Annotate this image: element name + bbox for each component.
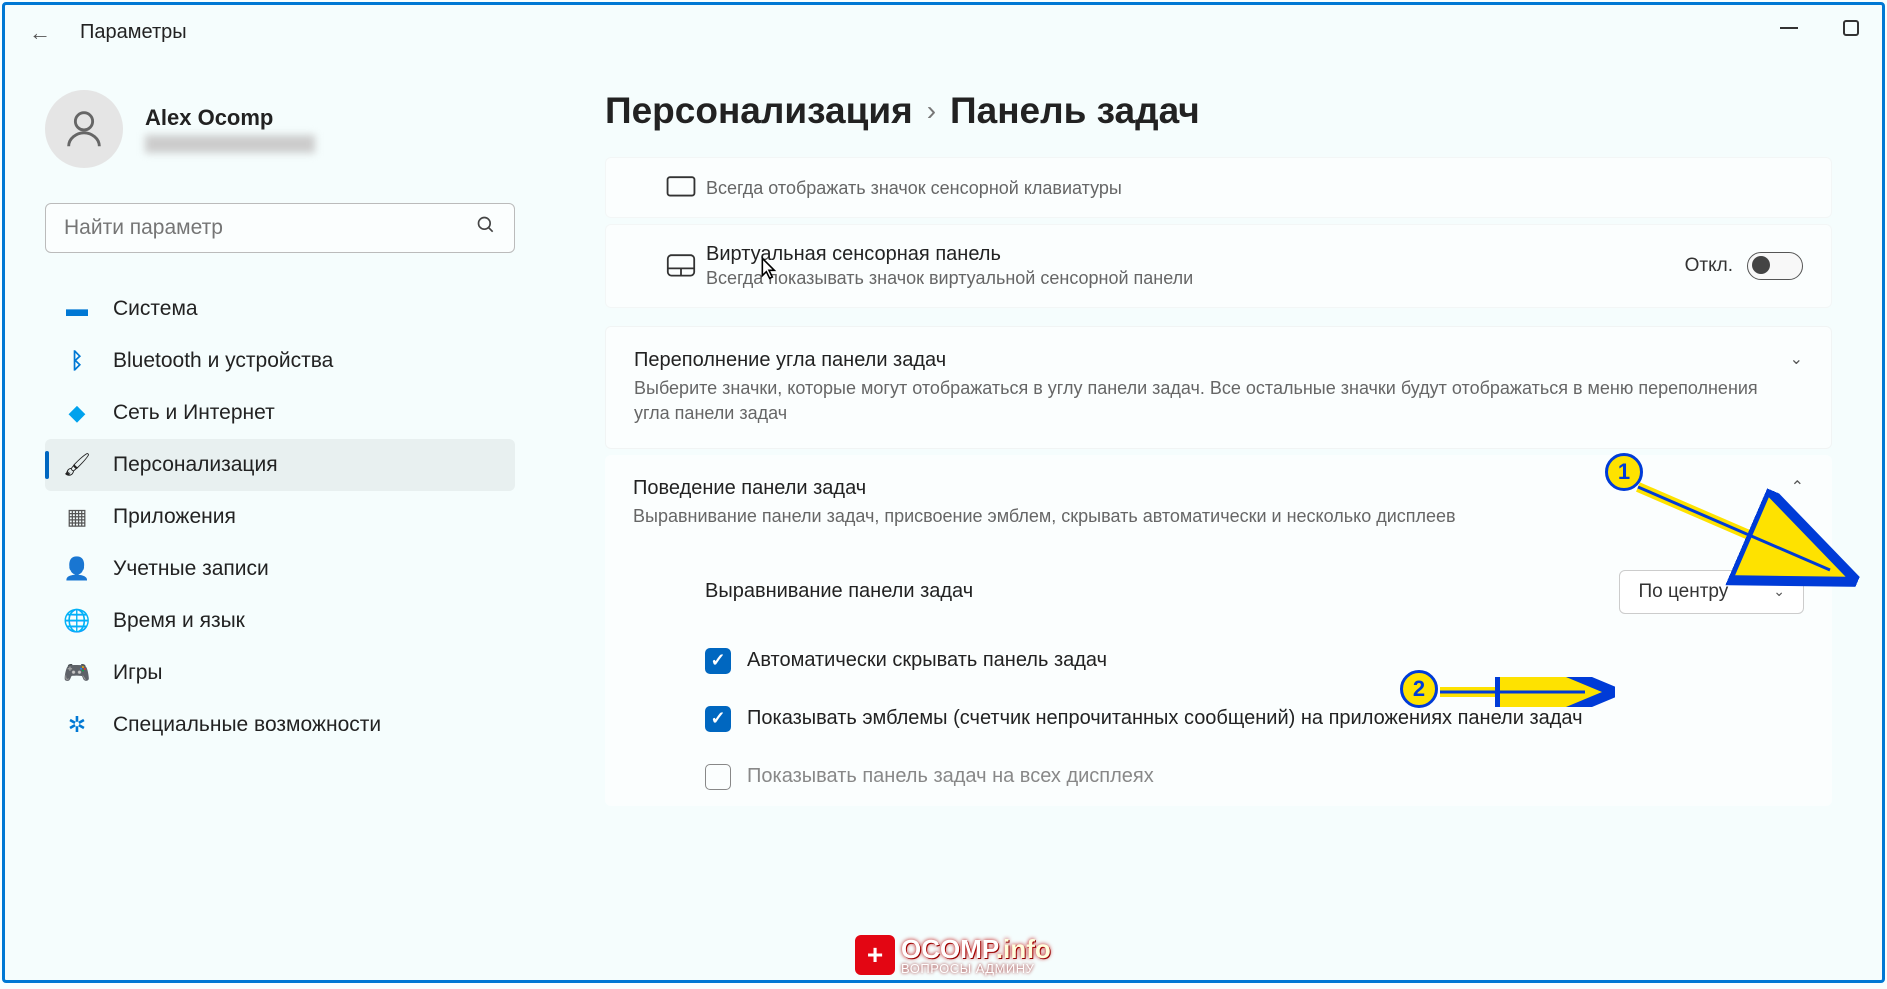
- nav-label: Специальные возможности: [113, 713, 381, 737]
- breadcrumb: Персонализация › Панель задач: [605, 90, 1832, 132]
- check-label: Автоматически скрывать панель задач: [747, 649, 1107, 672]
- badges-row: ✓ Показывать эмблемы (счетчик непрочитан…: [605, 690, 1832, 748]
- badges-checkbox[interactable]: ✓: [705, 706, 731, 732]
- nav-accessibility[interactable]: ✲ Специальные возможности: [45, 699, 515, 751]
- minimize-button[interactable]: [1778, 17, 1800, 39]
- all-displays-checkbox[interactable]: [705, 764, 731, 790]
- user-email-blurred: [145, 135, 315, 153]
- toggle-state-label: Откл.: [1685, 255, 1733, 277]
- alignment-label: Выравнивание панели задач: [705, 580, 1619, 603]
- user-block[interactable]: Alex Ocomp: [45, 90, 515, 168]
- display-icon: ▬: [63, 295, 91, 323]
- plus-icon: +: [855, 935, 895, 975]
- taskbar-overflow-section[interactable]: Переполнение угла панели задач Выберите …: [605, 326, 1832, 449]
- breadcrumb-parent[interactable]: Персонализация: [605, 90, 913, 132]
- watermark: + OCOMP.info ВОПРОСЫ АДМИНУ: [855, 934, 1051, 976]
- annotation-badge-2: 2: [1400, 670, 1438, 708]
- nav-label: Персонализация: [113, 453, 278, 477]
- cursor-icon: [760, 257, 778, 287]
- brush-icon: 🖌: [63, 451, 91, 479]
- auto-hide-checkbox[interactable]: ✓: [705, 648, 731, 674]
- nav-list: ▬ Система ᛒ Bluetooth и устройства ◆ Сет…: [45, 283, 515, 751]
- window-controls: [1778, 17, 1862, 39]
- section-title: Переполнение угла панели задач: [634, 349, 1772, 372]
- nav-label: Игры: [113, 661, 163, 685]
- section-desc: Выберите значки, которые могут отображат…: [634, 376, 1772, 426]
- avatar: [45, 90, 123, 168]
- nav-label: Bluetooth и устройства: [113, 349, 333, 373]
- touch-keyboard-row[interactable]: Всегда отображать значок сенсорной клави…: [605, 157, 1832, 218]
- alignment-row: Выравнивание панели задач По центру ⌄: [605, 552, 1832, 632]
- nav-gaming[interactable]: 🎮 Игры: [45, 647, 515, 699]
- person-icon: 👤: [63, 555, 91, 583]
- nav-network[interactable]: ◆ Сеть и Интернет: [45, 387, 515, 439]
- virtual-touchpad-row[interactable]: Виртуальная сенсорная панель Всегда пока…: [605, 224, 1832, 308]
- nav-label: Учетные записи: [113, 557, 269, 581]
- search-input[interactable]: [64, 216, 476, 240]
- chevron-down-icon: ⌄: [1790, 349, 1803, 369]
- chevron-right-icon: ›: [927, 95, 936, 127]
- sidebar: Alex Ocomp ▬ Система ᛒ Bluetooth и устро…: [5, 60, 545, 980]
- check-label: Показывать панель задач на всех дисплеях: [747, 765, 1154, 788]
- toggle-switch[interactable]: [1747, 252, 1803, 280]
- globe-icon: 🌐: [63, 607, 91, 635]
- auto-hide-row: ✓ Автоматически скрывать панель задач: [605, 632, 1832, 690]
- taskbar-behavior-section: Поведение панели задач Выравнивание пане…: [605, 455, 1832, 805]
- apps-icon: ▦: [63, 503, 91, 531]
- annotation-badge-1: 1: [1605, 453, 1643, 491]
- nav-bluetooth[interactable]: ᛒ Bluetooth и устройства: [45, 335, 515, 387]
- nav-accounts[interactable]: 👤 Учетные записи: [45, 543, 515, 595]
- setting-desc: Всегда показывать значок виртуальной сен…: [706, 268, 1685, 289]
- back-button[interactable]: ←: [25, 18, 55, 48]
- nav-time-language[interactable]: 🌐 Время и язык: [45, 595, 515, 647]
- nav-label: Приложения: [113, 505, 236, 529]
- chevron-down-icon: ⌄: [1773, 583, 1785, 600]
- title-bar: ← Параметры: [5, 5, 1882, 60]
- search-icon: [476, 215, 496, 241]
- section-title: Поведение панели задач: [633, 477, 1773, 500]
- all-displays-row: Показывать панель задач на всех дисплеях: [605, 748, 1832, 806]
- nav-label: Система: [113, 297, 198, 321]
- settings-window: ← Параметры Alex Ocomp: [2, 2, 1885, 983]
- nav-label: Сеть и Интернет: [113, 401, 275, 425]
- nav-personalization[interactable]: 🖌 Персонализация: [45, 439, 515, 491]
- dropdown-value: По центру: [1638, 581, 1728, 603]
- main-content: Персонализация › Панель задач Всегда ото…: [545, 60, 1882, 980]
- nav-label: Время и язык: [113, 609, 245, 633]
- gamepad-icon: 🎮: [63, 659, 91, 687]
- check-label: Показывать эмблемы (счетчик непрочитанны…: [747, 707, 1583, 730]
- window-title: Параметры: [80, 21, 187, 44]
- alignment-dropdown[interactable]: По центру ⌄: [1619, 570, 1804, 614]
- touchpad-icon: [666, 254, 696, 278]
- maximize-button[interactable]: [1840, 17, 1862, 39]
- nav-system[interactable]: ▬ Система: [45, 283, 515, 335]
- section-desc: Выравнивание панели задач, присвоение эм…: [633, 504, 1773, 529]
- keyboard-icon: [666, 176, 696, 200]
- setting-title: Виртуальная сенсорная панель: [706, 243, 1685, 266]
- search-box[interactable]: [45, 203, 515, 253]
- bluetooth-icon: ᛒ: [63, 347, 91, 375]
- chevron-up-icon: ⌃: [1791, 477, 1804, 497]
- setting-desc: Всегда отображать значок сенсорной клави…: [706, 178, 1803, 199]
- behavior-header[interactable]: Поведение панели задач Выравнивание пане…: [605, 455, 1832, 551]
- accessibility-icon: ✲: [63, 711, 91, 739]
- user-name: Alex Ocomp: [145, 105, 315, 131]
- nav-apps[interactable]: ▦ Приложения: [45, 491, 515, 543]
- breadcrumb-current: Панель задач: [950, 90, 1200, 132]
- wifi-icon: ◆: [63, 399, 91, 427]
